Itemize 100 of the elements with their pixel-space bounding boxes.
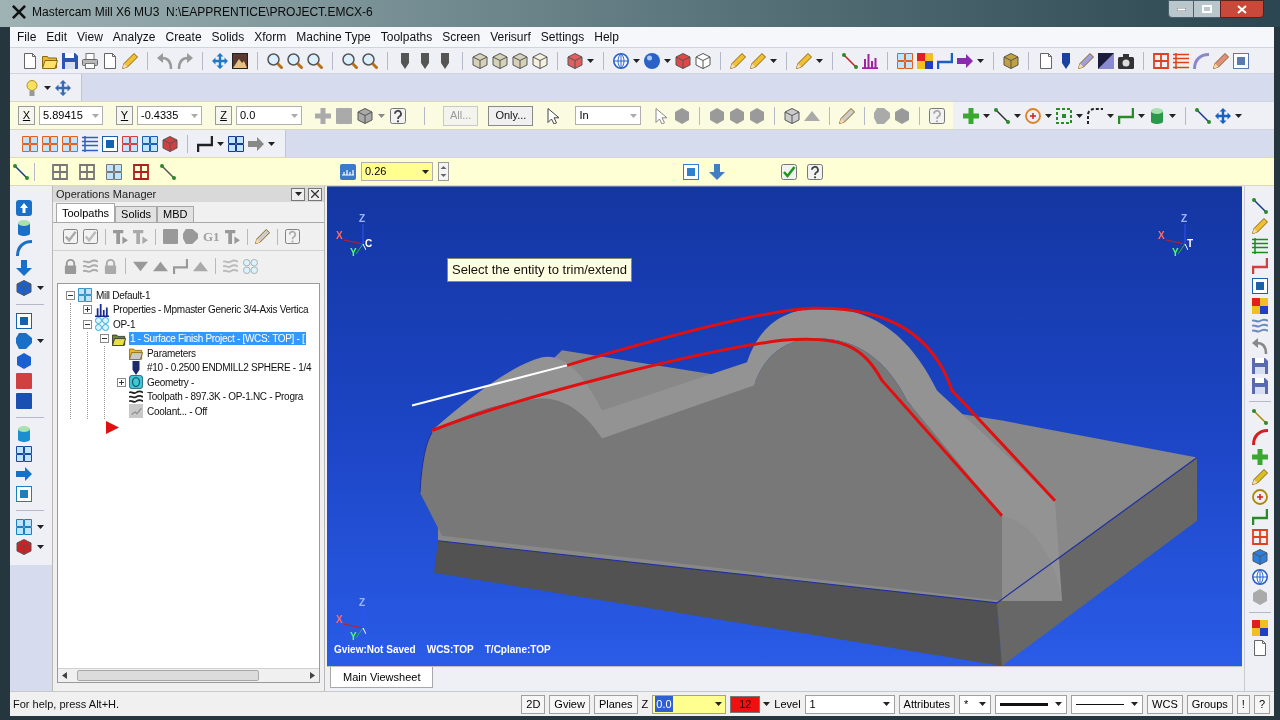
ruler-icon[interactable] — [340, 163, 356, 180]
striped-lines-icon[interactable] — [1173, 52, 1189, 69]
line-dropdown[interactable] — [1071, 694, 1144, 714]
caret-icon[interactable] — [1045, 113, 1053, 118]
caret-icon[interactable] — [770, 58, 777, 63]
spinner-icon[interactable] — [438, 162, 449, 181]
cube-icon[interactable] — [492, 52, 508, 69]
close-button[interactable] — [1220, 0, 1264, 18]
axis-button[interactable]: Y — [116, 106, 133, 125]
circle-icon[interactable] — [1025, 107, 1042, 124]
step-line-icon[interactable] — [197, 135, 213, 152]
axis-button[interactable]: X — [18, 106, 35, 125]
sheet-tab[interactable]: Main Viewsheet — [330, 667, 434, 688]
caret-icon[interactable] — [763, 702, 771, 706]
panel-tab[interactable]: Toolpaths — [56, 203, 116, 222]
pencil-icon[interactable] — [122, 52, 138, 69]
coordinate-field[interactable]: -0.4335 — [137, 106, 202, 125]
menu-item[interactable]: Verisurf — [485, 28, 536, 46]
window-icon[interactable] — [1251, 278, 1268, 294]
cube-icon[interactable] — [532, 52, 548, 69]
magnifier-icon[interactable] — [267, 52, 283, 69]
status-button[interactable]: Planes — [593, 694, 638, 714]
striped-lines-icon[interactable] — [82, 135, 98, 152]
caret-icon[interactable] — [1169, 113, 1177, 118]
bar-chart-icon[interactable] — [862, 52, 878, 69]
menu-item[interactable]: Xform — [249, 28, 292, 46]
menu-item[interactable]: Toolpaths — [375, 28, 438, 46]
caret-icon[interactable] — [816, 58, 823, 63]
undo-arrow-icon[interactable] — [1251, 338, 1268, 354]
cylinder-icon[interactable] — [16, 426, 32, 442]
expand-icon[interactable] — [83, 305, 92, 315]
arc-icon[interactable] — [1193, 52, 1209, 69]
menu-item[interactable]: Solids — [206, 28, 250, 46]
document-icon[interactable] — [1251, 640, 1268, 656]
menu-item[interactable]: View — [72, 28, 108, 46]
caret-icon[interactable] — [268, 141, 275, 146]
grid-icon[interactable] — [1251, 529, 1268, 545]
help-icon[interactable] — [390, 107, 406, 124]
cube-icon[interactable] — [567, 52, 583, 69]
z-field[interactable]: 0.0 — [652, 694, 727, 714]
line-icon[interactable] — [160, 163, 176, 180]
arc-icon[interactable] — [16, 240, 32, 256]
caret-icon[interactable] — [37, 286, 44, 290]
window-icon[interactable] — [1233, 52, 1249, 69]
magnifier-icon[interactable] — [307, 52, 323, 69]
caret-icon[interactable] — [1014, 113, 1022, 118]
checkmark-icon[interactable] — [83, 229, 98, 244]
down-arrow-icon[interactable] — [709, 163, 725, 180]
line-dropdown[interactable] — [995, 694, 1068, 714]
caret-icon[interactable] — [44, 85, 51, 90]
color-squares-icon[interactable] — [1251, 620, 1268, 636]
cube-icon[interactable] — [1251, 549, 1268, 565]
status-button[interactable]: ! — [1236, 694, 1250, 714]
caret-icon[interactable] — [1235, 113, 1243, 118]
caret-icon[interactable] — [1131, 702, 1139, 706]
sphere-icon[interactable] — [644, 52, 660, 69]
cube-icon[interactable] — [695, 52, 711, 69]
coordinate-field[interactable]: 0.0 — [236, 106, 302, 125]
tree-item[interactable]: Geometry - — [146, 375, 195, 389]
caret-icon[interactable] — [882, 702, 890, 706]
help-icon[interactable] — [929, 107, 946, 124]
axis-button[interactable]: Z — [215, 106, 232, 125]
panel-tab[interactable]: Solids — [115, 206, 158, 222]
line-icon[interactable] — [994, 107, 1011, 124]
status-button[interactable]: WCS — [1147, 694, 1183, 714]
hexagon-icon[interactable] — [674, 107, 691, 124]
grid-icon[interactable] — [133, 163, 149, 180]
mode-dropdown[interactable]: In — [575, 106, 642, 125]
caret-icon[interactable] — [1076, 113, 1084, 118]
expand-icon[interactable] — [117, 377, 126, 387]
arc-icon[interactable] — [1251, 429, 1268, 445]
document-icon[interactable] — [22, 52, 38, 69]
left-arrow-icon[interactable] — [62, 672, 67, 679]
plus-icon[interactable] — [1251, 449, 1268, 465]
status-dropdown[interactable]: 1 — [804, 694, 895, 714]
window-grid-icon[interactable] — [142, 135, 158, 152]
magnifier-icon[interactable] — [287, 52, 303, 69]
waves-icon[interactable] — [1251, 318, 1268, 334]
window-grid-icon[interactable] — [106, 163, 122, 180]
panel-tab[interactable]: MBD — [157, 206, 194, 222]
pencil-icon[interactable] — [1251, 469, 1268, 485]
3d-viewport[interactable]: Z X Y C Z X Y T Z X Y Select the entity to trim/extend Gview:Not Saved WCS:TOP T/Cplane:TOP — [327, 186, 1242, 666]
dashed-square-icon[interactable] — [1056, 107, 1073, 124]
minimize-button[interactable] — [1168, 0, 1194, 18]
right-arrow-icon[interactable] — [957, 52, 973, 69]
collapse-icon[interactable] — [66, 290, 75, 300]
caret-icon[interactable] — [294, 192, 302, 196]
grid-icon[interactable] — [52, 163, 68, 180]
window-icon[interactable] — [16, 313, 32, 329]
cube-icon[interactable] — [16, 280, 32, 296]
panel-menu-button[interactable] — [291, 187, 305, 201]
cube-icon[interactable] — [162, 135, 178, 152]
caret-icon[interactable] — [715, 702, 723, 706]
panel-close-button[interactable] — [308, 187, 322, 201]
magnifier-icon[interactable] — [342, 52, 358, 69]
caret-icon[interactable] — [983, 113, 991, 118]
cube-icon[interactable] — [472, 52, 488, 69]
hexagon-icon[interactable] — [16, 353, 32, 369]
menu-item[interactable]: Help — [589, 28, 624, 46]
window-grid-icon[interactable] — [228, 135, 244, 152]
